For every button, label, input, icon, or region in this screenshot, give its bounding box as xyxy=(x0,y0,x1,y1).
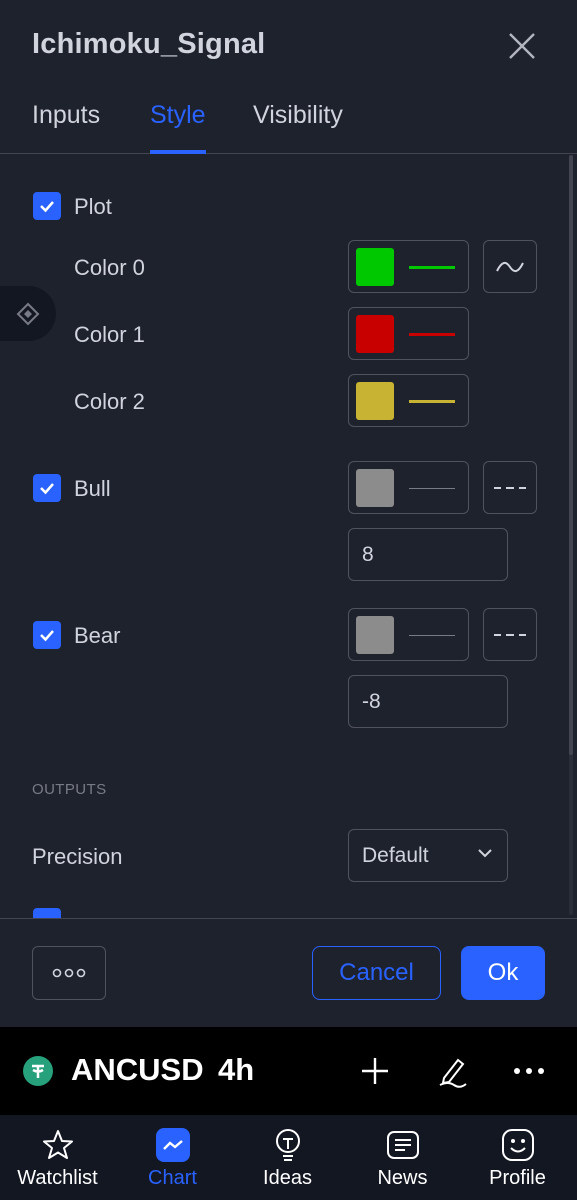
bull-line-style-button[interactable] xyxy=(483,461,537,514)
partial-checkbox[interactable] xyxy=(33,908,61,918)
precision-select[interactable]: Default xyxy=(348,829,508,882)
bear-line-style-button[interactable] xyxy=(483,608,537,661)
drawing-toolbar-handle[interactable] xyxy=(0,286,56,341)
tab-bar: Inputs Style Visibility xyxy=(0,95,577,154)
bear-color-picker[interactable] xyxy=(348,608,469,661)
indicator-settings-dialog: Ichimoku_Signal Inputs Style Visibility … xyxy=(0,0,577,1027)
scrollbar[interactable] xyxy=(569,155,573,915)
ellipsis-icon xyxy=(52,968,86,978)
scrollbar-thumb[interactable] xyxy=(569,155,573,755)
bull-label: Bull xyxy=(74,476,111,501)
nav-ideas[interactable]: Ideas xyxy=(230,1115,345,1200)
bull-color-swatch xyxy=(356,469,394,507)
color-0-label: Color 0 xyxy=(74,255,145,280)
cancel-button[interactable]: Cancel xyxy=(312,946,441,1000)
interval-label[interactable]: 4h xyxy=(218,1052,254,1088)
nav-news-label: News xyxy=(377,1167,428,1189)
chart-icon xyxy=(155,1127,191,1163)
more-button[interactable] xyxy=(507,1049,551,1093)
color-1-label: Color 1 xyxy=(74,322,145,347)
dashed-line-icon xyxy=(494,486,526,489)
bottom-navigation: Watchlist Chart Ideas News Profile xyxy=(0,1115,577,1200)
nav-watchlist-label: Watchlist xyxy=(17,1167,98,1189)
drawing-button[interactable] xyxy=(431,1049,475,1093)
color-2-picker[interactable] xyxy=(348,374,469,427)
add-button[interactable] xyxy=(353,1049,397,1093)
newspaper-icon xyxy=(385,1127,421,1163)
plot-style-button[interactable] xyxy=(483,240,537,293)
color-0-picker[interactable] xyxy=(348,240,469,293)
diamond-toolbar-icon xyxy=(16,302,40,325)
ellipsis-icon xyxy=(514,1068,544,1074)
bull-value-input[interactable]: 8 xyxy=(348,528,508,581)
color-1-line-preview xyxy=(409,333,455,336)
smiley-icon xyxy=(500,1127,536,1163)
tab-visibility[interactable]: Visibility xyxy=(253,101,343,153)
color-0-swatch xyxy=(356,248,394,286)
nav-profile[interactable]: Profile xyxy=(460,1115,575,1200)
bull-checkbox[interactable] xyxy=(33,474,61,502)
color-2-line-preview xyxy=(409,400,455,403)
checkmark-icon xyxy=(40,201,54,213)
nav-ideas-label: Ideas xyxy=(263,1167,312,1189)
nav-watchlist[interactable]: Watchlist xyxy=(0,1115,115,1200)
nav-chart-label: Chart xyxy=(148,1167,197,1189)
more-options-button[interactable] xyxy=(32,946,106,1000)
lightbulb-icon xyxy=(270,1127,306,1163)
color-2-swatch xyxy=(356,382,394,420)
plot-label: Plot xyxy=(74,194,112,219)
nav-chart[interactable]: Chart xyxy=(115,1115,230,1200)
dialog-footer: Cancel Ok xyxy=(0,918,577,1027)
close-icon xyxy=(509,33,535,59)
pen-icon xyxy=(439,1058,467,1088)
symbol-name[interactable]: ANCUSD xyxy=(71,1052,204,1088)
plus-icon xyxy=(362,1058,388,1084)
precision-label: Precision xyxy=(32,844,123,869)
symbol-bar: ANCUSD 4h xyxy=(0,1027,577,1115)
color-0-line-preview xyxy=(409,266,455,269)
color-1-picker[interactable] xyxy=(348,307,469,360)
color-2-label: Color 2 xyxy=(74,389,145,414)
bear-line-preview xyxy=(409,635,455,636)
outputs-section-title: OUTPUTS xyxy=(32,781,107,798)
precision-value: Default xyxy=(362,844,429,867)
ok-button[interactable]: Ok xyxy=(461,946,545,1000)
bull-color-picker[interactable] xyxy=(348,461,469,514)
checkmark-icon xyxy=(40,483,54,495)
tether-icon xyxy=(23,1056,53,1086)
plot-checkbox[interactable] xyxy=(33,192,61,220)
checkmark-icon xyxy=(40,630,54,642)
bull-line-preview xyxy=(409,488,455,489)
color-1-swatch xyxy=(356,315,394,353)
bear-label: Bear xyxy=(74,623,121,648)
bear-checkbox[interactable] xyxy=(33,621,61,649)
nav-news[interactable]: News xyxy=(345,1115,460,1200)
tab-inputs[interactable]: Inputs xyxy=(32,101,100,153)
chevron-down-icon xyxy=(478,849,492,858)
nav-profile-label: Profile xyxy=(489,1167,546,1189)
line-style-icon xyxy=(496,261,524,272)
bear-value-input[interactable]: -8 xyxy=(348,675,508,728)
tab-style[interactable]: Style xyxy=(150,101,206,154)
close-button[interactable] xyxy=(500,24,544,68)
bear-color-swatch xyxy=(356,616,394,654)
dashed-line-icon xyxy=(494,633,526,636)
star-icon xyxy=(40,1127,76,1163)
dialog-title: Ichimoku_Signal xyxy=(32,28,266,60)
